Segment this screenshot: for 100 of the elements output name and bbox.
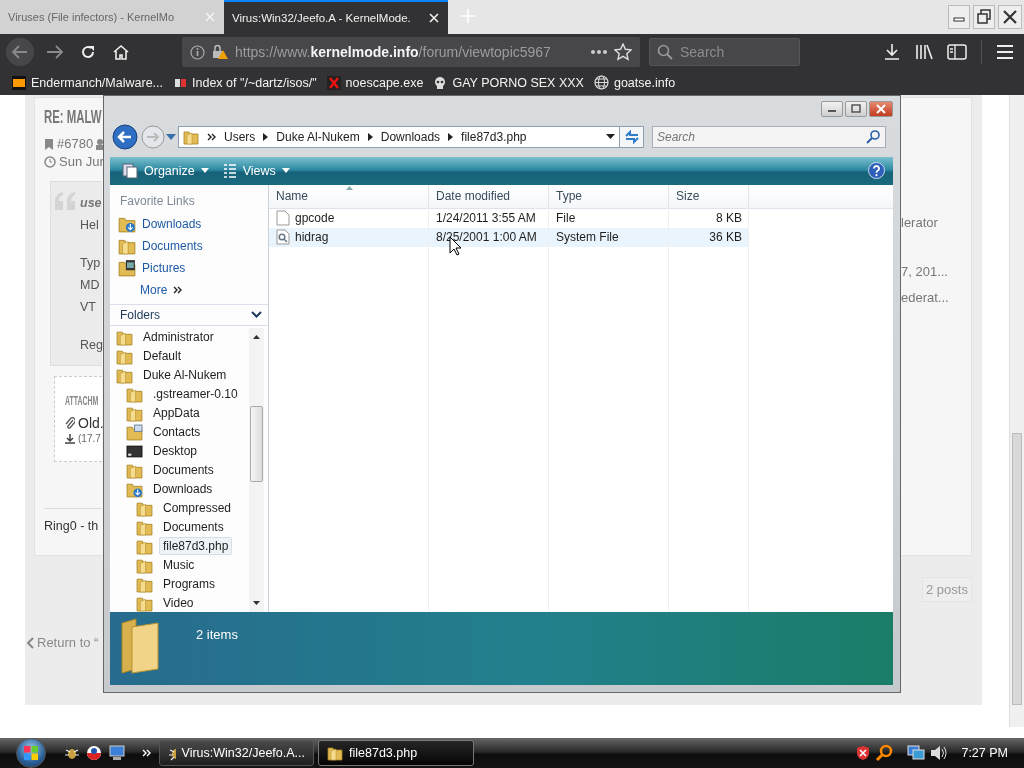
system-file-icon bbox=[276, 229, 290, 246]
toolbar-button[interactable]: Views bbox=[218, 159, 280, 182]
scroll-thumb[interactable] bbox=[1012, 433, 1022, 705]
post-count: 2 posts bbox=[922, 577, 972, 602]
attachment-link[interactable]: Old. bbox=[78, 415, 104, 431]
favorite-link[interactable]: Documents bbox=[110, 234, 268, 257]
tree-item[interactable]: file87d3.php bbox=[159, 537, 233, 556]
close-icon[interactable] bbox=[428, 12, 440, 24]
tree-item[interactable]: Default bbox=[139, 347, 186, 366]
forward-button[interactable] bbox=[46, 45, 64, 59]
computer-icon[interactable] bbox=[108, 745, 126, 761]
dropdown-arrow-icon[interactable] bbox=[606, 134, 615, 140]
table-cell: 8/25/2001 1:00 AM bbox=[429, 227, 549, 247]
column-header[interactable]: Name bbox=[269, 184, 429, 208]
attachment-size: (17.7 bbox=[78, 433, 101, 444]
folders-header[interactable]: Folders bbox=[110, 303, 268, 326]
caret-icon bbox=[281, 168, 290, 174]
bookmark-link[interactable]: goatse.info bbox=[613, 75, 676, 90]
breadcrumb-item[interactable]: file87d3.php bbox=[461, 129, 527, 144]
arrow-right-icon bbox=[448, 132, 454, 141]
menu-icon[interactable] bbox=[996, 44, 1014, 60]
scroll-thumb[interactable] bbox=[250, 405, 263, 482]
tree-item[interactable]: Documents bbox=[149, 461, 218, 480]
close-button[interactable] bbox=[869, 101, 893, 118]
sidebar-icon[interactable] bbox=[947, 43, 967, 61]
clock-icon bbox=[44, 156, 56, 168]
column-header[interactable]: Date modified bbox=[429, 184, 549, 208]
globe-icon bbox=[593, 75, 609, 90]
browser-tab[interactable]: Viruses (File infectors) - KernelMo bbox=[0, 0, 224, 34]
address-bar[interactable]: Users Duke Al-Nukem Downloads file87d3.php bbox=[178, 125, 620, 148]
tree-item[interactable]: Compressed bbox=[159, 499, 236, 518]
file-name[interactable]: gpcode bbox=[295, 211, 335, 226]
help-icon[interactable] bbox=[868, 162, 885, 180]
folder-icon bbox=[183, 128, 199, 145]
maximize-button[interactable] bbox=[845, 101, 867, 118]
minimize-button[interactable] bbox=[821, 101, 843, 118]
tree-item[interactable]: Programs bbox=[159, 575, 219, 594]
search-field[interactable]: Search bbox=[652, 125, 886, 148]
tree-item[interactable]: AppData bbox=[149, 404, 204, 423]
reload-button[interactable] bbox=[80, 44, 96, 60]
scroll-down-icon bbox=[253, 600, 260, 605]
speaker-icon[interactable] bbox=[929, 745, 948, 761]
favorite-link[interactable]: Downloads bbox=[110, 212, 268, 235]
signature-text: Ring0 - th bbox=[44, 519, 99, 533]
close-button[interactable] bbox=[998, 5, 1022, 29]
breadcrumb-item[interactable]: Downloads bbox=[380, 129, 441, 144]
table-cell: System File bbox=[549, 227, 669, 247]
library-icon[interactable] bbox=[915, 43, 933, 61]
breadcrumb-item[interactable]: Users bbox=[224, 129, 256, 144]
file-name[interactable]: hidrag bbox=[295, 230, 329, 245]
tree-item[interactable]: Downloads bbox=[149, 480, 217, 499]
search-field[interactable]: Search bbox=[649, 38, 800, 66]
column-header[interactable]: Type bbox=[549, 184, 669, 208]
bookmark-link[interactable]: noescape.exe bbox=[345, 75, 424, 90]
bookmark-link[interactable]: Endermanch/Malware... bbox=[31, 75, 163, 90]
tree-item[interactable]: Contacts bbox=[149, 423, 205, 442]
quote-text: Reg bbox=[80, 337, 103, 354]
column-header[interactable]: Size bbox=[669, 184, 749, 208]
favorite-link[interactable]: Pictures bbox=[110, 256, 268, 279]
windows-logo-icon bbox=[23, 745, 39, 761]
breadcrumb-item[interactable]: Duke Al-Nukem bbox=[276, 129, 360, 144]
tree-item[interactable]: Administrator bbox=[139, 328, 218, 347]
start-button[interactable] bbox=[16, 738, 46, 768]
browser-tab[interactable]: Virus:Win32/Jeefo.A - KernelMode. bbox=[224, 0, 448, 34]
tree-item[interactable]: Documents bbox=[159, 518, 228, 537]
more-link[interactable]: More bbox=[110, 278, 268, 301]
tree-item[interactable]: Music bbox=[159, 556, 199, 575]
clock-text: 7:27 PM bbox=[961, 746, 1008, 760]
quote-text: VT bbox=[80, 299, 96, 316]
taskbar-button[interactable]: file87d3.php bbox=[318, 740, 474, 766]
more-icon[interactable] bbox=[590, 49, 608, 55]
history-dropdown-icon[interactable] bbox=[166, 132, 176, 141]
toolbar-button[interactable]: Organize bbox=[118, 159, 199, 182]
shield-icon[interactable] bbox=[86, 745, 102, 761]
tree-item[interactable]: Desktop bbox=[149, 442, 202, 461]
download-icon bbox=[65, 433, 75, 444]
tree-item[interactable]: .gstreamer-0.10 bbox=[149, 385, 242, 404]
network-icon[interactable] bbox=[907, 745, 926, 761]
magnifier-icon[interactable] bbox=[875, 744, 894, 762]
star-icon[interactable] bbox=[614, 43, 632, 61]
user-icon bbox=[96, 138, 104, 150]
minimize-button[interactable] bbox=[948, 5, 970, 29]
double-chevron-icon bbox=[142, 749, 151, 757]
scrollbar[interactable] bbox=[249, 327, 264, 612]
download-icon[interactable] bbox=[883, 43, 901, 61]
address-field[interactable]: https://www.kernelmode.info/forum/viewtopic5967 bbox=[182, 37, 640, 67]
shield-icon[interactable] bbox=[855, 745, 872, 761]
home-button[interactable] bbox=[112, 44, 130, 60]
taskbar-button[interactable]: Virus:Win32/Jeefo.A... bbox=[159, 740, 314, 766]
item-count: 2 items bbox=[196, 626, 238, 642]
refresh-button[interactable] bbox=[620, 125, 644, 148]
tree-item[interactable]: Video bbox=[159, 594, 198, 612]
info-icon bbox=[190, 44, 205, 60]
search-icon bbox=[866, 129, 880, 144]
back-button[interactable] bbox=[112, 123, 138, 150]
bookmark-link[interactable]: GAY PORNO SEX XXX bbox=[452, 75, 584, 90]
bookmark-link[interactable]: Index of "/~dartz/isos/" bbox=[192, 75, 317, 90]
scrollbar[interactable] bbox=[1009, 95, 1024, 727]
tree-item[interactable]: Duke Al-Nukem bbox=[139, 366, 231, 385]
restore-button[interactable] bbox=[973, 5, 995, 29]
